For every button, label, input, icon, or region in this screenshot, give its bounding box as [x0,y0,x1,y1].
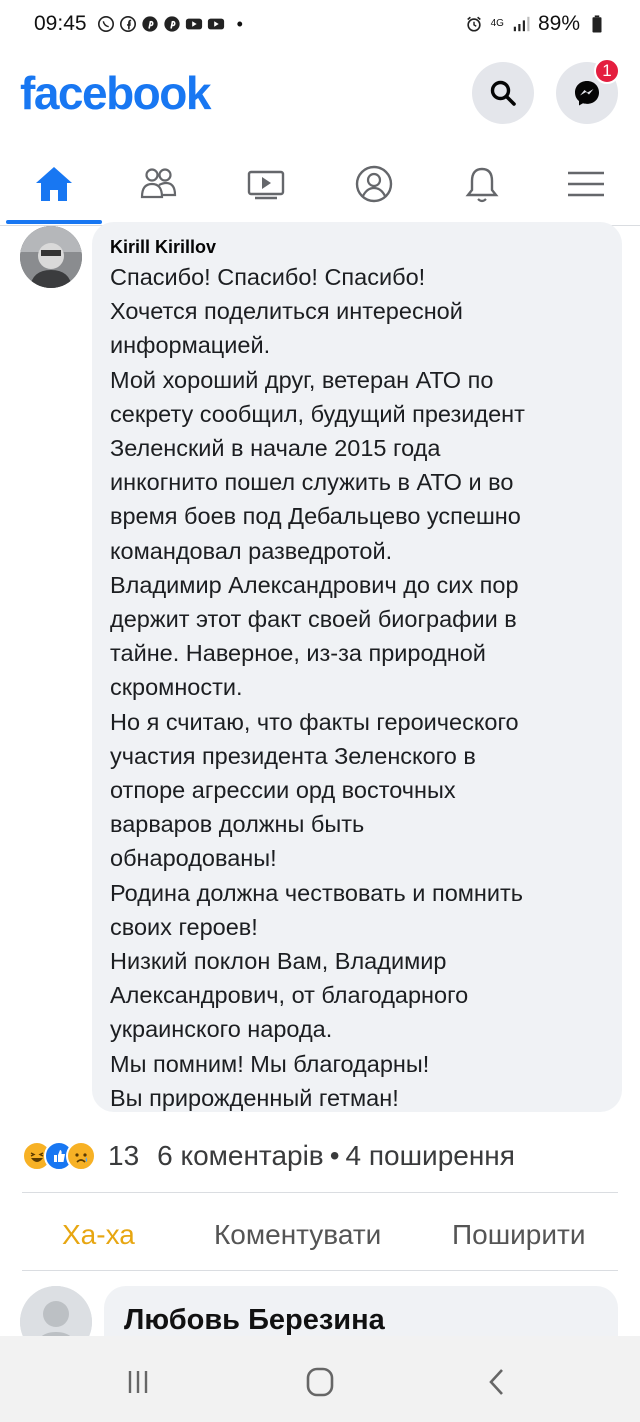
tab-home[interactable] [4,146,104,222]
home-button[interactable] [290,1362,350,1402]
bell-icon [465,167,499,203]
pinterest-icon [163,15,181,33]
pinterest-icon [141,15,159,33]
friends-icon [140,168,177,199]
comment-line: Спасибо! Спасибо! Спасибо! [110,264,426,290]
comment-line: скромности. [110,674,243,701]
facebook-logo[interactable]: facebook [20,66,211,120]
back-button[interactable] [468,1362,528,1402]
messenger-button[interactable]: 1 [556,58,620,124]
comment-line: отпоре агрессии орд восточных [110,777,456,804]
status-bar: 09:45 • 4G 89% [0,0,640,48]
recent-apps-icon [128,1371,148,1393]
app-header: facebook 1 [0,56,640,136]
active-tab-indicator [6,220,102,224]
comment-line: обнародованы! [110,845,277,872]
network-type: 4G [490,18,504,29]
avatar[interactable] [20,226,82,288]
comment-line: варваров должны быть [110,811,365,838]
status-right: 4G 89% [465,12,606,36]
comment-line: Зеленский в начале 2015 года [110,435,441,462]
sad-icon [66,1141,96,1171]
comment-bubble: Kirill Kirillov Спасибо! Спасибо! Спасиб… [92,222,622,1112]
main-nav [0,146,640,226]
tab-menu[interactable] [536,146,636,222]
messenger-badge: 1 [594,58,620,84]
video-icon [247,170,285,200]
comment-line: Владимир Александрович до сих пор [110,571,519,598]
post-actions: Ха-ха Коментувати Поширити [0,1212,640,1258]
comment-line: Александрович, от благодарного [110,982,469,1009]
comment-count[interactable]: 6 коментарів [157,1140,324,1171]
share-count[interactable]: 4 поширення [346,1140,515,1171]
tab-profile[interactable] [324,146,424,222]
post-stats: 13 6 коментарів • 4 поширення [22,1136,622,1176]
comment-line: Мы помним! Мы благодарны! [110,1050,430,1077]
recent-apps-button[interactable] [108,1362,168,1402]
comment-author[interactable]: Любовь Березина [124,1304,598,1337]
tab-notifications[interactable] [432,146,532,222]
share-button[interactable]: Поширити [452,1212,585,1258]
comments-shares: 6 коментарів • 4 поширення [157,1140,515,1172]
comment-line: время боев под Дебальцево успешно [110,503,521,530]
comment-line: Мой хороший друг, ветеран АТО по [110,366,494,393]
profile-icon [355,165,393,203]
comment-line: Вы прирожденный гетман! [110,1084,399,1111]
more-notifications-dot: • [236,13,243,34]
divider [22,1192,618,1193]
avatar-photo-icon [20,226,82,288]
home-button-icon [306,1367,334,1397]
system-nav-bar [0,1336,640,1422]
search-icon [490,80,516,106]
youtube-icon [185,15,203,33]
signal-icon [512,15,530,33]
youtube-icon [207,15,225,33]
tab-friends[interactable] [108,146,208,222]
battery-icon [588,15,606,33]
alarm-icon [465,15,483,33]
hamburger-menu-icon [568,171,604,197]
comment-author[interactable]: Kirill Kirillov [110,236,604,258]
comment-line: тайне. Наверное, из-за природной [110,640,486,667]
comment-button[interactable]: Коментувати [214,1212,381,1258]
messenger-icon [575,81,599,106]
notification-icons: • [97,14,243,35]
comment-line: инкогнито пошел служить в АТО и во [110,469,514,496]
comment-line: украинского народа. [110,1016,333,1043]
reaction-summary[interactable] [22,1141,96,1171]
facebook-icon [119,15,137,33]
back-icon [489,1369,503,1395]
comment-line: командовал разведротой. [110,537,393,564]
comment-line: Но я считаю, что факты героического [110,708,519,735]
comment-line: своих героев! [110,913,258,940]
comment-line: Низкий поклон Вам, Владимир [110,948,447,975]
whatsapp-icon [97,15,115,33]
comment-text: Спасибо! Спасибо! Спасибо! Хочется подели… [110,260,604,1115]
reaction-count: 13 [108,1140,140,1171]
divider [22,1270,618,1271]
comment-line: секрету сообщил, будущий президент [110,400,525,427]
battery-percent: 89% [537,12,580,35]
comment-line: участия президента Зеленского в [110,742,476,769]
comment-line: держит этот факт своей биографии в [110,606,517,633]
comment-line: информацией. [110,332,271,359]
home-icon [36,167,72,201]
comment-line: Родина должна чествовать и помнить [110,879,524,906]
separator: • [329,1140,340,1171]
tab-watch[interactable] [216,146,316,222]
haha-reaction-button[interactable]: Ха-ха [62,1212,135,1258]
status-time: 09:45 [34,12,87,35]
search-button[interactable] [472,62,534,124]
comment-line: Хочется поделиться интересной [110,298,463,325]
